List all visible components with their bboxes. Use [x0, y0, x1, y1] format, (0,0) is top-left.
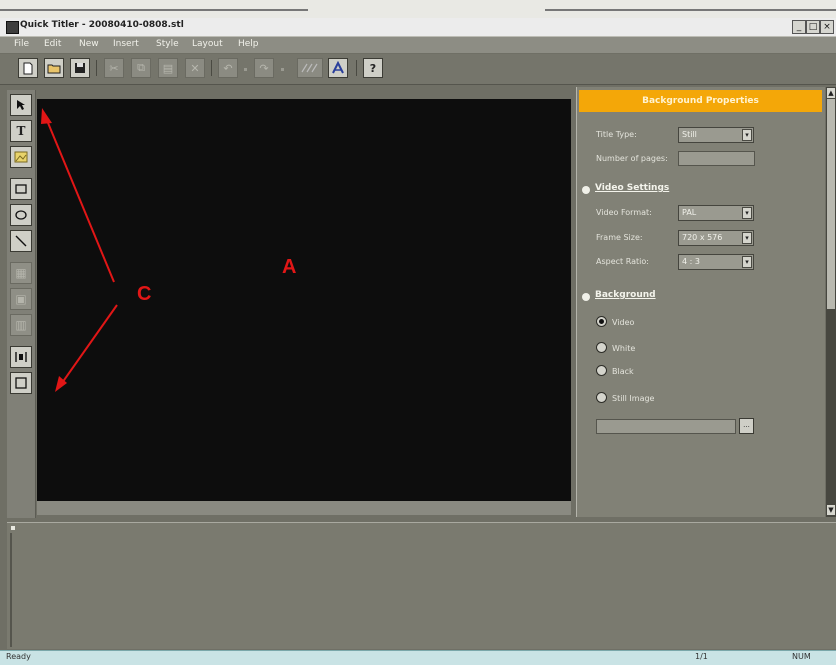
annotation-label-c: C: [137, 283, 152, 305]
browse-button[interactable]: ...: [739, 418, 754, 434]
video-format-label: Video Format:: [596, 208, 652, 217]
pages-label: Number of pages:: [596, 154, 668, 163]
background-heading[interactable]: Background: [595, 290, 656, 300]
chevron-down-icon[interactable]: ▾: [742, 256, 752, 268]
radio-black[interactable]: [596, 365, 607, 376]
aspect-ratio-value: 4 : 3: [682, 257, 700, 266]
collapse-bullet-icon[interactable]: [582, 186, 590, 194]
scroll-up-icon[interactable]: ▲: [827, 88, 835, 98]
frame-size-label: Frame Size:: [596, 233, 643, 242]
video-format-value: PAL: [682, 208, 697, 217]
scroll-down-icon[interactable]: ▼: [827, 505, 835, 515]
annotation-label-a: A: [282, 256, 297, 278]
timeline-area[interactable]: [7, 522, 836, 649]
radio-video-label: Video: [612, 318, 635, 327]
radio-black-label: Black: [612, 367, 634, 376]
status-num: NUM: [792, 652, 811, 661]
radio-white-label: White: [612, 344, 636, 353]
properties-header: Background Properties: [579, 90, 822, 112]
properties-scrollbar[interactable]: ▲ ▼: [826, 87, 836, 517]
video-format-select[interactable]: PAL ▾: [678, 205, 754, 221]
scroll-thumb[interactable]: [827, 99, 835, 309]
annotation-arrow-down: [61, 304, 118, 384]
title-type-label: Title Type:: [596, 130, 637, 139]
properties-header-label: Background Properties: [642, 96, 759, 106]
title-type-value: Still: [682, 130, 697, 139]
chevron-down-icon[interactable]: ▾: [742, 232, 752, 244]
video-settings-heading[interactable]: Video Settings: [595, 183, 669, 193]
pages-input[interactable]: [678, 151, 755, 166]
collapse-bullet-icon[interactable]: [582, 293, 590, 301]
status-page: 1/1: [695, 652, 708, 661]
timeline-ruler: [10, 533, 12, 647]
status-bar: Ready 1/1 NUM: [0, 650, 836, 665]
radio-white[interactable]: [596, 342, 607, 353]
timeline-marker: [11, 526, 15, 530]
annotation-arrowhead-up: [41, 108, 52, 124]
aspect-ratio-select[interactable]: 4 : 3 ▾: [678, 254, 754, 270]
frame-size-value: 720 x 576: [682, 233, 723, 242]
aspect-ratio-label: Aspect Ratio:: [596, 257, 649, 266]
chevron-down-icon[interactable]: ▾: [742, 129, 752, 141]
annotation-arrow-up: [45, 117, 115, 283]
title-type-select[interactable]: Still ▾: [678, 127, 754, 143]
radio-video[interactable]: [596, 316, 607, 327]
status-text: Ready: [6, 652, 31, 661]
frame-size-select[interactable]: 720 x 576 ▾: [678, 230, 754, 246]
image-path-input[interactable]: [596, 419, 736, 434]
radio-still-image[interactable]: [596, 392, 607, 403]
chevron-down-icon[interactable]: ▾: [742, 207, 752, 219]
radio-still-image-label: Still Image: [612, 394, 655, 403]
